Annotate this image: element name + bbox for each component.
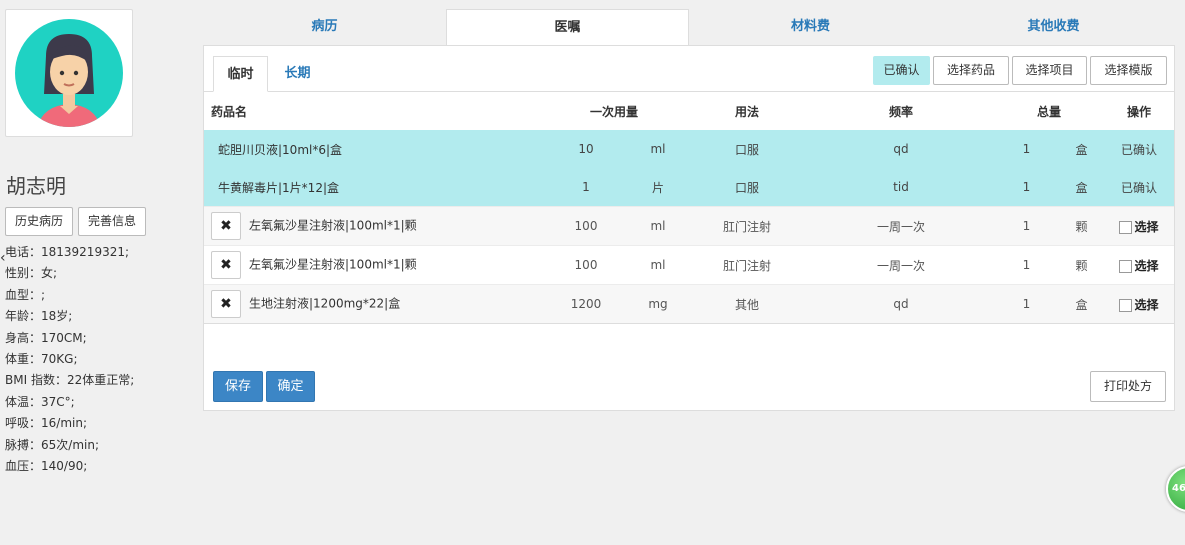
print-prescription-button[interactable]: 打印处方 (1090, 371, 1166, 402)
history-record-button[interactable]: 历史病历 (5, 207, 73, 236)
frequency: qd (808, 130, 994, 168)
info-phone: 电话：18139219321; (5, 245, 130, 259)
usage: 口服 (686, 130, 808, 168)
patient-name: 胡志明 (6, 174, 66, 198)
info-respiration: 呼吸：16/min; (5, 416, 87, 431)
dose-unit: ml (630, 245, 686, 285)
col-usage: 用法 (734, 104, 759, 119)
confirmed-filter-button[interactable]: 已确认 (873, 56, 930, 85)
drug-name-cell: ✖ 左氧氟沙星注射液|100ml*1|颗 (204, 245, 542, 285)
select-item-button[interactable]: 选择项目 (1012, 56, 1087, 85)
dose-unit: mg (630, 284, 686, 324)
confirm-button[interactable]: 确定 (266, 371, 315, 402)
dose-unit: 片 (630, 168, 686, 207)
drug-name: 左氧氟沙星注射液|100ml*1|颗 (249, 257, 417, 272)
col-actions: 操作 (1126, 104, 1151, 119)
info-weight: 体重：70KG; (5, 351, 78, 366)
info-height: 身高：170CM; (5, 330, 87, 345)
delete-icon[interactable]: ✖ (211, 251, 241, 279)
select-label[interactable]: 选择 (1134, 259, 1158, 273)
col-drug-name: 药品名 (211, 104, 248, 119)
select-checkbox[interactable] (1119, 220, 1133, 234)
info-bmi: BMI 指数：22体重正常; (5, 373, 135, 388)
table-row[interactable]: ✖ 左氧氟沙星注射液|100ml*1|颗 100 ml 肛门注射 一周一次 1 颗… (204, 206, 1174, 246)
drug-name: 生地注射液|1200mg*22|盒 (249, 296, 401, 311)
select-checkbox[interactable] (1119, 259, 1133, 273)
total-unit: 盒 (1059, 130, 1104, 168)
tab-orders[interactable]: 医嘱 (446, 9, 689, 46)
usage: 其他 (686, 284, 808, 324)
select-template-button[interactable]: 选择模版 (1090, 56, 1167, 85)
tab-medical-record[interactable]: 病历 (203, 9, 446, 45)
usage: 肛门注射 (686, 206, 808, 246)
select-drug-button[interactable]: 选择药品 (933, 56, 1009, 85)
dose-value: 10 (542, 130, 630, 168)
tab-long-term[interactable]: 长期 (270, 56, 325, 92)
usage: 肛门注射 (686, 245, 808, 285)
floating-badge[interactable]: 46 (1166, 466, 1185, 512)
frequency: tid (808, 168, 994, 207)
total-value: 1 (994, 245, 1059, 285)
drug-name-cell: ✖ 生地注射液|1200mg*22|盒 (204, 284, 542, 324)
select-cell: 选择 (1104, 206, 1174, 246)
drug-name: 蛇胆川贝液|10ml*6|盒 (204, 130, 542, 168)
delete-icon[interactable]: ✖ (211, 212, 241, 240)
patient-avatar-frame (5, 9, 133, 137)
complete-info-button[interactable]: 完善信息 (78, 207, 146, 236)
table-row[interactable]: ✖ 生地注射液|1200mg*22|盒 1200 mg 其他 qd 1 盒 选择 (204, 284, 1174, 324)
drug-name: 左氧氟沙星注射液|100ml*1|颗 (249, 218, 417, 233)
drug-name: 牛黄解毒片|1片*12|盒 (204, 168, 542, 207)
tab-other-charges[interactable]: 其他收费 (932, 9, 1175, 45)
dose-value: 1 (542, 168, 630, 207)
tab-temporary[interactable]: 临时 (213, 56, 268, 92)
status-confirmed: 已确认 (1104, 168, 1174, 207)
frequency: 一周一次 (808, 245, 994, 285)
dose-unit: ml (630, 206, 686, 246)
select-label[interactable]: 选择 (1134, 220, 1158, 234)
status-confirmed: 已确认 (1104, 130, 1174, 168)
main-tabs: 病历 医嘱 材料费 其他收费 (203, 9, 1175, 46)
delete-icon[interactable]: ✖ (211, 290, 241, 318)
table-header-row: 药品名 一次用量 用法 频率 总量 操作 (204, 92, 1174, 130)
dose-value: 100 (542, 206, 630, 246)
select-cell: 选择 (1104, 245, 1174, 285)
info-age: 年龄：18岁; (5, 309, 73, 324)
info-temperature: 体温：37C°; (5, 394, 75, 409)
info-gender: 性别：女; (5, 266, 58, 281)
total-unit: 盒 (1059, 284, 1104, 324)
tab-material-fee[interactable]: 材料费 (689, 9, 932, 45)
total-value: 1 (994, 284, 1059, 324)
select-checkbox[interactable] (1119, 298, 1133, 312)
select-label[interactable]: 选择 (1134, 298, 1158, 312)
table-row[interactable]: ✖ 左氧氟沙星注射液|100ml*1|颗 100 ml 肛门注射 一周一次 1 颗… (204, 245, 1174, 285)
col-total: 总量 (1036, 104, 1061, 119)
frequency: qd (808, 284, 994, 324)
dose-unit: ml (630, 130, 686, 168)
usage: 口服 (686, 168, 808, 207)
total-value: 1 (994, 130, 1059, 168)
table-row[interactable]: 蛇胆川贝液|10ml*6|盒 10 ml 口服 qd 1 盒 已确认 (204, 130, 1174, 168)
col-frequency: 频率 (888, 104, 913, 119)
orders-panel: 临时 长期 已确认 选择药品 选择项目 选择模版 药品名 一次用量 用法 频率 … (203, 45, 1175, 411)
save-button[interactable]: 保存 (213, 371, 263, 402)
patient-info-list: 电话：18139219321; 性别：女; 血型：; 年龄：18岁; 身高：17… (5, 242, 134, 477)
info-pulse: 脉搏：65次/min; (5, 437, 99, 452)
dose-value: 1200 (542, 284, 630, 324)
table-row[interactable]: 牛黄解毒片|1片*12|盒 1 片 口服 tid 1 盒 已确认 (204, 168, 1174, 207)
avatar (15, 19, 123, 127)
info-blood-type: 血型：; (5, 287, 46, 302)
col-dose: 一次用量 (589, 104, 638, 119)
total-unit: 颗 (1059, 245, 1104, 285)
total-unit: 颗 (1059, 206, 1104, 246)
prescription-table: 药品名 一次用量 用法 频率 总量 操作 蛇胆川贝液|10ml*6|盒 10 m… (204, 92, 1174, 324)
info-blood-pressure: 血压：140/90; (5, 458, 88, 473)
total-value: 1 (994, 168, 1059, 207)
frequency: 一周一次 (808, 206, 994, 246)
dose-value: 100 (542, 245, 630, 285)
drug-name-cell: ✖ 左氧氟沙星注射液|100ml*1|颗 (204, 206, 542, 246)
total-value: 1 (994, 206, 1059, 246)
select-cell: 选择 (1104, 284, 1174, 324)
total-unit: 盒 (1059, 168, 1104, 207)
